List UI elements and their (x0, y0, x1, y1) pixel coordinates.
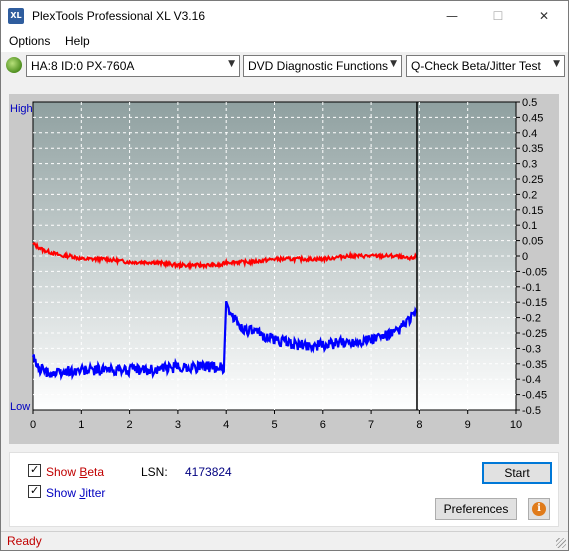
resize-grip-icon[interactable] (556, 538, 566, 548)
y-tick-label: -0.3 (522, 343, 541, 355)
show-jitter-checkbox[interactable] (28, 484, 41, 498)
chevron-down-icon: ▼ (228, 59, 235, 69)
y-tick-label: -0.2 (522, 313, 541, 325)
y-tick-label: 0.35 (522, 143, 543, 155)
x-axis: 0 1 2 3 4 5 6 7 8 9 10 (30, 410, 522, 431)
x-tick-label: 8 (416, 419, 422, 431)
drive-select[interactable]: HA:8 ID:0 PX-760A ▼ (26, 55, 240, 77)
x-tick-label: 10 (510, 419, 522, 431)
show-jitter-text: Show Jitter (46, 486, 106, 500)
y-tick-label: 0.15 (522, 205, 543, 217)
chevron-down-icon: ▼ (553, 59, 560, 69)
y-tick-label: 0.05 (522, 236, 543, 248)
info-button[interactable]: i (528, 498, 550, 520)
y-tick-label: 0 (522, 251, 528, 263)
info-icon: i (532, 502, 546, 516)
y-tick-label: -0.45 (522, 390, 547, 402)
beta-jitter-chart: High Low 0 1 2 3 4 5 6 7 8 9 10 0.50.450.40.350.30… (10, 97, 547, 431)
x-tick-label: 0 (30, 419, 36, 431)
y-axis-low-label: Low (10, 401, 30, 413)
y-tick-label: -0.1 (522, 282, 541, 294)
y-axis-high-label: High (10, 103, 33, 115)
y-tick-label: 0.4 (522, 128, 537, 140)
show-jitter-label[interactable]: Show Jitter (46, 486, 105, 500)
menu-options[interactable]: Options (9, 34, 50, 48)
test-select-value: Q-Check Beta/Jitter Test (411, 59, 541, 73)
x-tick-label: 1 (78, 419, 84, 431)
title-bar: XL PlexTools Professional XL V3.16 — ☐ ✕ (1, 1, 568, 31)
maximize-button[interactable]: ☐ (475, 1, 521, 31)
menu-help-label: Help (65, 34, 90, 48)
toolbar: HA:8 ID:0 PX-760A ▼ DVD Diagnostic Funct… (1, 53, 568, 79)
x-tick-label: 7 (368, 419, 374, 431)
menu-help[interactable]: Help (65, 34, 90, 48)
disc-icon (6, 57, 22, 73)
preferences-button-label: Preferences (443, 502, 509, 516)
y-tick-label: -0.05 (522, 266, 547, 278)
window-title: PlexTools Professional XL V3.16 (32, 9, 205, 23)
y-tick-label: 0.25 (522, 174, 543, 186)
function-select[interactable]: DVD Diagnostic Functions ▼ (243, 55, 402, 77)
chart-panel: High Low 0 1 2 3 4 5 6 7 8 9 10 0.5 0.45 0.4 0.35 0.3 0… (9, 94, 559, 444)
show-beta-checkbox[interactable] (28, 463, 41, 477)
chevron-down-icon: ▼ (390, 59, 397, 69)
function-select-value: DVD Diagnostic Functions (248, 59, 389, 73)
options-panel: Show Beta Show Jitter LSN: 4173824 Start… (9, 452, 559, 527)
y-tick-label: 0.2 (522, 189, 537, 201)
y-tick-label: -0.4 (522, 374, 541, 386)
show-beta-text: Show Beta (46, 465, 105, 479)
x-tick-label: 3 (175, 419, 181, 431)
x-tick-label: 9 (465, 419, 471, 431)
lsn-value: 4173824 (185, 465, 232, 479)
app-window: XL PlexTools Professional XL V3.16 — ☐ ✕… (0, 0, 569, 551)
minimize-button[interactable]: — (429, 1, 475, 31)
close-button[interactable]: ✕ (521, 1, 567, 31)
grid-lines (33, 102, 516, 410)
preferences-button[interactable]: Preferences (435, 498, 517, 520)
x-tick-label: 5 (271, 419, 277, 431)
x-tick-label: 2 (127, 419, 133, 431)
y-tick-label: -0.35 (522, 359, 547, 371)
menu-bar: Options Help (1, 31, 568, 52)
y-tick-label: -0.15 (522, 297, 547, 309)
x-tick-label: 4 (223, 419, 229, 431)
test-select[interactable]: Q-Check Beta/Jitter Test ▼ (406, 55, 565, 77)
y-axis-right: 0.5 0.45 0.4 0.35 0.3 0.25 0.2 0.15 0.1 0.05 0 -0.0… (516, 97, 547, 417)
y-tick-label: 0.3 (522, 159, 537, 171)
status-text: Ready (7, 534, 42, 548)
y-tick-label: -0.5 (522, 405, 541, 417)
show-beta-label[interactable]: Show Beta (46, 465, 104, 479)
drive-select-value: HA:8 ID:0 PX-760A (31, 59, 135, 73)
status-bar: Ready (1, 531, 568, 550)
app-logo-icon: XL (8, 8, 24, 24)
start-button-label: Start (504, 466, 530, 480)
y-tick-label: 0.5 (522, 97, 537, 109)
y-tick-label: 0.45 (522, 112, 543, 124)
start-button[interactable]: Start (482, 462, 552, 484)
y-tick-label: -0.25 (522, 328, 547, 340)
lsn-label: LSN: (141, 465, 168, 479)
x-tick-label: 6 (320, 419, 326, 431)
menu-options-label: Options (9, 34, 51, 48)
y-tick-label: 0.1 (522, 220, 537, 232)
